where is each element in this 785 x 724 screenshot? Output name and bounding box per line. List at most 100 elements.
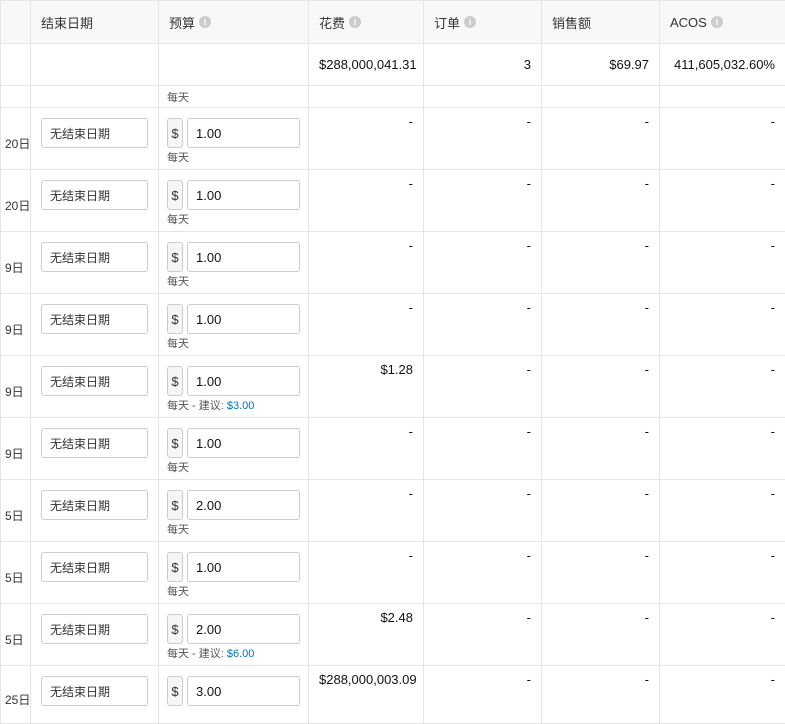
start-date-cell: 20日 xyxy=(1,108,31,170)
spend-cell: - xyxy=(309,294,424,356)
start-date-cell: 9日 xyxy=(1,294,31,356)
budget-input[interactable] xyxy=(187,428,300,458)
table-row: 5日$每天---- xyxy=(1,480,785,542)
start-date-cell: 5日 xyxy=(1,542,31,604)
end-date-cell xyxy=(31,604,159,666)
col-header-label: 销售额 xyxy=(552,13,591,32)
acos-cell: - xyxy=(660,356,785,418)
budget-frequency-label: 每天 xyxy=(167,337,300,351)
end-date-input[interactable] xyxy=(41,242,148,272)
summary-budget xyxy=(159,44,309,86)
info-icon[interactable]: i xyxy=(199,16,211,28)
start-date-cell: 20日 xyxy=(1,170,31,232)
end-date-cell xyxy=(31,542,159,604)
budget-input[interactable] xyxy=(187,242,300,272)
col-header-acos[interactable]: ACOS i xyxy=(660,1,785,44)
col-header-spend[interactable]: 花费 i xyxy=(309,1,424,44)
currency-button[interactable]: $ xyxy=(167,428,183,458)
sales-cell: - xyxy=(542,232,660,294)
sales-cell: - xyxy=(542,542,660,604)
budget-input[interactable] xyxy=(187,304,300,334)
end-date-cell xyxy=(31,418,159,480)
currency-button[interactable]: $ xyxy=(167,118,183,148)
info-icon[interactable]: i xyxy=(464,16,476,28)
acos-cell: - xyxy=(660,542,785,604)
currency-button[interactable]: $ xyxy=(167,304,183,334)
end-date-input[interactable] xyxy=(41,552,148,582)
budget-suggestion-label: 每天 - 建议: $3.00 xyxy=(167,399,300,413)
end-date-input[interactable] xyxy=(41,676,148,706)
end-date-input[interactable] xyxy=(41,180,148,210)
end-date-cell xyxy=(31,232,159,294)
currency-button[interactable]: $ xyxy=(167,242,183,272)
col-header-orders[interactable]: 订单 i xyxy=(424,1,542,44)
table-body: $288,000,041.31 3 $69.97 411,605,032.60%… xyxy=(1,44,785,724)
table-header: 结束日期 预算 i 花费 i 订单 i xyxy=(1,1,785,44)
start-date-cell: 5日 xyxy=(1,480,31,542)
end-date-input[interactable] xyxy=(41,366,148,396)
end-date-input[interactable] xyxy=(41,118,148,148)
budget-input[interactable] xyxy=(187,366,300,396)
orders-cell: - xyxy=(424,480,542,542)
summary-spend: $288,000,041.31 xyxy=(309,44,424,86)
acos-cell: - xyxy=(660,232,785,294)
currency-button[interactable]: $ xyxy=(167,676,183,706)
budget-cell: $每天 - 建议: $6.00 xyxy=(159,604,309,666)
budget-input[interactable] xyxy=(187,118,300,148)
table-row: 25日$$288,000,003.09--- xyxy=(1,666,785,724)
end-date-cell xyxy=(31,356,159,418)
orders-cell: - xyxy=(424,418,542,480)
budget-cell: $每天 xyxy=(159,480,309,542)
end-date-input[interactable] xyxy=(41,304,148,334)
end-date-input[interactable] xyxy=(41,490,148,520)
orders-cell: - xyxy=(424,542,542,604)
summary-end xyxy=(31,44,159,86)
acos-cell: - xyxy=(660,604,785,666)
sales-cell: - xyxy=(542,356,660,418)
currency-button[interactable]: $ xyxy=(167,490,183,520)
spend-cell: - xyxy=(309,542,424,604)
budget-frequency-label: 每天 xyxy=(167,151,300,165)
spend-cell: $1.28 xyxy=(309,356,424,418)
acos-cell: - xyxy=(660,294,785,356)
currency-button[interactable]: $ xyxy=(167,552,183,582)
spend-cell: - xyxy=(309,480,424,542)
end-date-input[interactable] xyxy=(41,428,148,458)
end-date-cell xyxy=(31,666,159,724)
col-header-sales[interactable]: 销售额 xyxy=(542,1,660,44)
budget-suggestion-value[interactable]: $3.00 xyxy=(227,400,255,412)
currency-button[interactable]: $ xyxy=(167,366,183,396)
table-row: 20日$每天---- xyxy=(1,170,785,232)
table-row: 9日$每天---- xyxy=(1,232,785,294)
currency-button[interactable]: $ xyxy=(167,180,183,210)
budget-suggestion-value[interactable]: $6.00 xyxy=(227,648,255,660)
acos-cell: - xyxy=(660,170,785,232)
acos-cell: - xyxy=(660,666,785,724)
col-header-start[interactable] xyxy=(1,1,31,44)
spend-cell: $288,000,003.09 xyxy=(309,666,424,724)
budget-cell: $ 每天 - 建议: $3.00 xyxy=(159,356,309,418)
spend-cell: - xyxy=(309,108,424,170)
currency-button[interactable]: $ xyxy=(167,614,183,644)
orders-cell: - xyxy=(424,666,542,724)
end-date-cell xyxy=(31,294,159,356)
col-header-label: 订单 xyxy=(434,13,460,32)
orders-cell: - xyxy=(424,604,542,666)
sales-cell: - xyxy=(542,294,660,356)
info-icon[interactable]: i xyxy=(349,16,361,28)
col-header-budget[interactable]: 预算 i xyxy=(159,1,309,44)
col-header-end-date[interactable]: 结束日期 xyxy=(31,1,159,44)
sales-cell: - xyxy=(542,666,660,724)
sales-cell: - xyxy=(542,480,660,542)
budget-input[interactable] xyxy=(187,180,300,210)
budget-input[interactable] xyxy=(187,552,300,582)
spend-cell: - xyxy=(309,232,424,294)
budget-input[interactable] xyxy=(187,614,300,644)
end-date-input[interactable] xyxy=(41,614,148,644)
table-row: 9日$每天---- xyxy=(1,418,785,480)
summary-sales: $69.97 xyxy=(542,44,660,86)
info-icon[interactable]: i xyxy=(711,16,723,28)
budget-input[interactable] xyxy=(187,676,300,706)
orders-cell: - xyxy=(424,294,542,356)
budget-input[interactable] xyxy=(187,490,300,520)
